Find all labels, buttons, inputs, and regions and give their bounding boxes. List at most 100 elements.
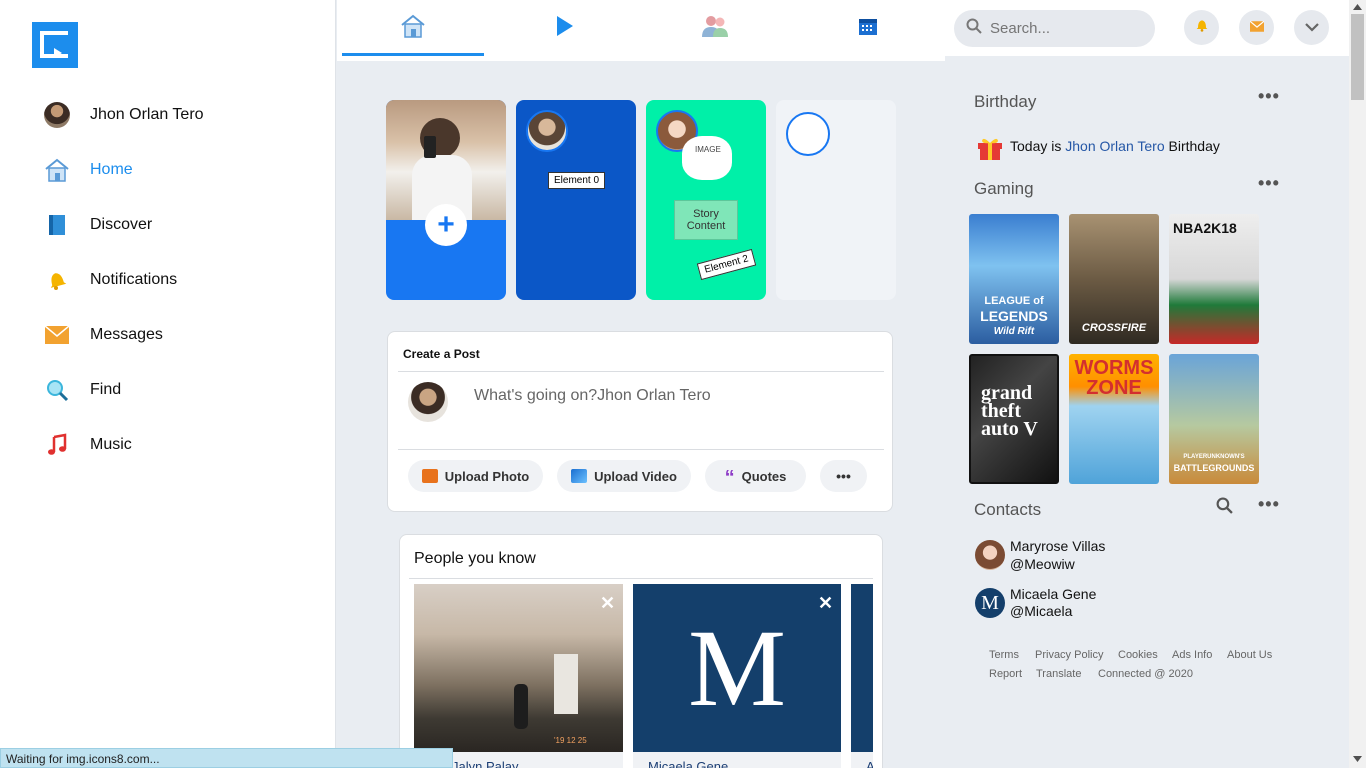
footer-link-translate[interactable]: Translate: [1036, 668, 1081, 680]
quotes-button[interactable]: “ Quotes: [705, 460, 806, 492]
game-tile-nba2k18[interactable]: NBA2K18: [1169, 214, 1259, 344]
game-title-line: PLAYERUNKNOWN'S: [1183, 454, 1245, 460]
tab-home[interactable]: [342, 0, 484, 57]
footer-link-ads-info[interactable]: Ads Info: [1172, 649, 1212, 661]
search-icon[interactable]: [1216, 497, 1233, 519]
person-name[interactable]: Micaela Gene: [648, 759, 728, 768]
people-you-know-title: People you know: [414, 550, 536, 567]
user-avatar: [44, 102, 70, 128]
add-story-icon[interactable]: +: [425, 204, 467, 246]
contact-name[interactable]: Maryrose Villas: [1010, 538, 1105, 554]
contact-handle: @Meowiw: [1010, 556, 1075, 572]
footer-link-cookies[interactable]: Cookies: [1118, 649, 1158, 661]
quote-icon: “: [724, 467, 735, 489]
footer-link-report[interactable]: Report: [989, 668, 1022, 680]
sidebar-item-messages[interactable]: Messages: [44, 318, 163, 352]
page-scrollbar[interactable]: [1349, 0, 1366, 768]
tab-friends[interactable]: [644, 0, 786, 57]
messages-button[interactable]: [1239, 10, 1274, 45]
game-title-line: LEAGUE of: [984, 295, 1044, 307]
game-title-line: ZONE: [1086, 377, 1142, 399]
search-box[interactable]: [954, 10, 1155, 47]
envelope-icon: [44, 322, 70, 348]
game-title: NBA2K18: [1173, 220, 1237, 236]
app-logo[interactable]: [32, 22, 78, 68]
post-input[interactable]: What's going on?Jhon Orlan Tero: [474, 387, 711, 405]
video-icon: [571, 469, 588, 483]
sidebar-item-label: Messages: [90, 326, 163, 343]
game-title-line: LEGENDS: [980, 308, 1048, 324]
game-title-line: WORMS: [1074, 357, 1154, 379]
game-tile-gta5[interactable]: grand theft auto V: [969, 354, 1059, 484]
footer-link-about[interactable]: About Us: [1227, 649, 1272, 661]
footer-link-privacy[interactable]: Privacy Policy: [1035, 649, 1103, 661]
birthday-suffix: Birthday: [1168, 138, 1220, 154]
create-story-card[interactable]: +: [386, 100, 506, 300]
birthday-person-link[interactable]: Jhon Orlan Tero: [1065, 138, 1164, 154]
button-label: Upload Video: [594, 468, 677, 484]
sidebar-item-home[interactable]: Home: [44, 153, 133, 187]
tab-events[interactable]: [797, 0, 939, 57]
book-icon: [44, 212, 70, 238]
active-tab-indicator: [342, 53, 484, 56]
search-input[interactable]: [990, 20, 1140, 37]
person-name[interactable]: Jalyn Palay: [452, 759, 518, 768]
story-card[interactable]: [776, 100, 896, 300]
sidebar-item-label: Home: [90, 161, 133, 178]
person-card[interactable]: M ✕ Micaela Gene: [633, 584, 841, 768]
button-label: Quotes: [741, 468, 787, 484]
chevron-down-icon: [1304, 19, 1319, 37]
scrollbar-thumb[interactable]: [1351, 14, 1364, 100]
home-icon: [400, 13, 426, 44]
gift-icon: [977, 136, 1003, 160]
person-card[interactable]: '19 12 25 ✕ Jalyn Palay: [414, 584, 623, 768]
more-dots-icon[interactable]: •••: [1258, 86, 1280, 107]
story-image-label: IMAGE: [695, 145, 721, 154]
footer-link-terms[interactable]: Terms: [989, 649, 1019, 661]
contact-avatar[interactable]: [975, 540, 1005, 570]
birthday-title: Birthday: [974, 92, 1037, 111]
photo-icon: [421, 469, 438, 483]
more-options-button[interactable]: •••: [820, 460, 867, 492]
person-name[interactable]: A: [866, 759, 873, 768]
story-profile-photo: [386, 100, 506, 220]
button-label: Upload Photo: [444, 468, 530, 484]
story-card[interactable]: IMAGE Story Content Element 2: [646, 100, 766, 300]
story-element-label: Element 0: [548, 172, 606, 189]
more-dots-icon[interactable]: •••: [1258, 173, 1280, 194]
notifications-button[interactable]: [1184, 10, 1219, 45]
friends-icon: [701, 14, 729, 43]
tab-watch[interactable]: [494, 0, 636, 57]
story-content-box: Story Content: [674, 200, 738, 240]
calendar-icon: [858, 16, 878, 41]
upload-photo-button[interactable]: Upload Photo: [408, 460, 543, 492]
sidebar-item-find[interactable]: Find: [44, 373, 121, 407]
sidebar-item-music[interactable]: Music: [44, 428, 132, 462]
upload-video-button[interactable]: Upload Video: [557, 460, 691, 492]
search-icon: [966, 18, 982, 39]
bell-icon: [1194, 17, 1210, 38]
sidebar-item-label: Find: [90, 381, 122, 398]
game-tile-worms-zone[interactable]: WORMS ZONE: [1069, 354, 1159, 484]
sidebar-item-discover[interactable]: Discover: [44, 208, 152, 242]
game-tile-crossfire[interactable]: CROSSFIRE: [1069, 214, 1159, 344]
home-icon: [44, 157, 70, 183]
sidebar-profile[interactable]: Jhon Orlan Tero: [44, 98, 204, 132]
music-note-icon: [44, 432, 70, 458]
close-icon[interactable]: ✕: [600, 593, 615, 614]
account-menu-button[interactable]: [1294, 10, 1329, 45]
contact-name[interactable]: Micaela Gene: [1010, 586, 1096, 602]
person-card[interactable]: A: [851, 584, 873, 768]
more-dots-icon: •••: [836, 468, 851, 484]
more-dots-icon[interactable]: •••: [1258, 494, 1280, 515]
close-icon[interactable]: ✕: [818, 593, 833, 614]
sidebar-item-notifications[interactable]: Notifications: [44, 263, 177, 297]
game-tile-pubg[interactable]: PLAYERUNKNOWN'S BATTLEGROUNDS: [1169, 354, 1259, 484]
contact-handle: @Micaela: [1010, 603, 1073, 619]
story-image-placeholder: [682, 136, 732, 180]
sidebar-item-label: Notifications: [90, 271, 178, 288]
user-avatar: [408, 382, 448, 422]
story-card[interactable]: Element 0: [516, 100, 636, 300]
contact-avatar[interactable]: M: [975, 588, 1005, 618]
game-tile-lol[interactable]: LEAGUE of LEGENDS Wild Rift: [969, 214, 1059, 344]
